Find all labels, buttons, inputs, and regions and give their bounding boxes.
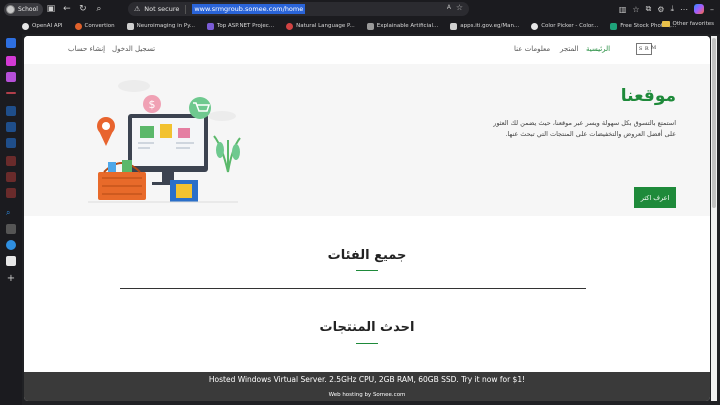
back-icon[interactable]: ← <box>59 1 75 17</box>
sidebar-app-icon[interactable] <box>6 224 16 234</box>
page-icon <box>450 22 458 30</box>
more-icon[interactable]: ⋯ <box>680 5 688 14</box>
tab-actions-icon[interactable]: ▣ <box>43 1 59 17</box>
bookmark-label: Neuroimaging in Py... <box>136 23 195 29</box>
sidebar-chart-icon[interactable] <box>6 106 16 116</box>
sidebar-app-icon[interactable] <box>6 188 16 198</box>
sidebar-divider <box>6 92 16 94</box>
site-logo-m[interactable]: M <box>651 45 656 51</box>
bookmark-iti[interactable]: apps.iti.gov.eg/Man... <box>450 22 520 30</box>
warning-icon[interactable]: ⚠ <box>134 5 140 13</box>
categories-underline <box>356 270 378 271</box>
categories-title: جميع الفئات <box>327 248 407 263</box>
hosting-promo[interactable]: Hosted Windows Virtual Server. 2.5GHz CP… <box>24 375 710 384</box>
bookmark-label: Top ASP.NET Projec... <box>216 23 275 29</box>
aspnet-icon <box>206 22 214 30</box>
shopping-illustration: $ <box>88 80 241 203</box>
bookmark-explainable-ai[interactable]: Explainable Artificial... <box>366 22 439 30</box>
site-logo[interactable]: S R <box>636 43 652 55</box>
bookmark-openai[interactable]: OpenAI API <box>22 22 63 30</box>
openai-icon <box>22 22 29 30</box>
sidebar-app-icon[interactable] <box>6 240 16 250</box>
section-divider <box>120 288 586 289</box>
bookmark-label: Convertion <box>84 23 115 29</box>
sidebar-chart-icon[interactable] <box>6 138 16 148</box>
hero-description: استمتع بالتسوق بكل سهولة ويسر عبر موقعنا… <box>493 119 676 138</box>
svg-text:$: $ <box>149 98 156 111</box>
photos-icon <box>610 22 618 30</box>
bookmark-label: Explainable Artificial... <box>376 23 439 29</box>
toolbar-right: ▥ ☆ ⧉ ⚙ ⤓ ⋯ – <box>619 0 720 18</box>
latest-products-title: احدث المنتجات <box>319 320 415 335</box>
bookmark-folder-other[interactable]: Other favorites <box>661 21 715 27</box>
hosting-footer: Hosted Windows Virtual Server. 2.5GHz CP… <box>24 372 710 401</box>
page-scrollbar[interactable] <box>711 36 717 401</box>
profile-button[interactable]: School <box>4 2 43 16</box>
nav-register[interactable]: إنشاء حساب <box>68 45 105 53</box>
refresh-icon[interactable]: ↻ <box>75 1 91 17</box>
address-bar[interactable]: ⚠ Not secure www.srmgroub.somee.com/home… <box>128 2 469 16</box>
profile-name: School <box>18 5 38 13</box>
bookmark-color-picker[interactable]: Color Picker - Color... <box>531 22 599 30</box>
hero-title: موقعنا <box>620 86 676 106</box>
sidebar-app-icon[interactable] <box>6 38 16 48</box>
learn-more-button[interactable]: اعرف اكثر <box>634 187 676 208</box>
folder-label: Other favorites <box>672 21 715 27</box>
bookmarks-bar: OpenAI API Convertion Neuroimaging in Py… <box>0 18 720 34</box>
latest-underline <box>356 343 378 344</box>
downloads-icon[interactable]: ⤓ <box>670 4 674 14</box>
favorites-icon[interactable]: ☆ <box>632 5 639 14</box>
bookmark-aspnet[interactable]: Top ASP.NET Projec... <box>206 22 275 30</box>
add-icon[interactable]: + <box>6 274 16 284</box>
nav-home[interactable]: الرئيسية <box>586 45 610 53</box>
search-icon[interactable]: ⌕ <box>91 1 107 17</box>
bookmark-label: apps.iti.gov.eg/Man... <box>460 23 520 29</box>
read-aloud-icon[interactable]: A <box>447 4 451 11</box>
ai-icon <box>366 22 374 30</box>
bookmark-label: Natural Language P... <box>296 23 355 29</box>
security-label[interactable]: Not secure <box>144 5 179 13</box>
sidebar-app-icon[interactable] <box>6 72 16 82</box>
collections-icon[interactable]: ⧉ <box>646 4 652 14</box>
scrollbar-thumb[interactable] <box>712 38 716 208</box>
search-icon[interactable]: ⌕ <box>6 208 16 218</box>
bookmark-label: OpenAI API <box>32 23 63 29</box>
web-page: إنشاء حساب تسجيل الدخول معلومات عنا المت… <box>24 36 710 401</box>
avatar <box>6 4 15 14</box>
nav-about[interactable]: معلومات عنا <box>514 45 550 53</box>
extensions-icon[interactable]: ⚙ <box>657 5 664 14</box>
sidebar-app-icon[interactable] <box>6 256 16 266</box>
minimize-icon[interactable]: – <box>710 5 714 14</box>
color-picker-icon <box>531 22 539 30</box>
vertical-sidebar: ⌕ + <box>0 34 22 405</box>
nlp-icon <box>286 22 294 30</box>
convert-icon <box>74 22 82 30</box>
sidebar-app-icon[interactable] <box>6 56 16 66</box>
page-icon <box>126 22 134 30</box>
sidebar-app-icon[interactable] <box>6 156 16 166</box>
hosting-credit[interactable]: Web hosting by Somee.com <box>24 392 710 398</box>
hero-section: $ موقعنا استمتع بالتسوق بكل سهولة ويسر ع… <box>24 64 710 216</box>
bookmark-convertion[interactable]: Convertion <box>74 22 115 30</box>
copilot-icon[interactable] <box>694 4 704 14</box>
browser-window: School ▣ ← ↻ ⌕ ⚠ Not secure www.srmgroub… <box>0 0 720 405</box>
sidebar-chart-icon[interactable] <box>6 122 16 132</box>
folder-icon <box>661 21 670 27</box>
url-text[interactable]: www.srmgroub.somee.com/home <box>192 4 306 14</box>
favorite-star-icon[interactable]: ☆ <box>456 3 463 12</box>
nav-login[interactable]: تسجيل الدخول <box>112 45 155 53</box>
bookmark-nlp[interactable]: Natural Language P... <box>286 22 355 30</box>
browser-toolbar: School ▣ ← ↻ ⌕ ⚠ Not secure www.srmgroub… <box>0 0 720 18</box>
site-navbar: إنشاء حساب تسجيل الدخول معلومات عنا المت… <box>24 36 710 64</box>
sidebar-app-icon[interactable] <box>6 172 16 182</box>
bookmark-label: Color Picker - Color... <box>541 23 599 29</box>
nav-store[interactable]: المتجر <box>560 45 579 53</box>
address-separator <box>185 4 187 14</box>
bookmark-neuroimaging[interactable]: Neuroimaging in Py... <box>126 22 195 30</box>
split-screen-icon[interactable]: ▥ <box>619 5 627 14</box>
